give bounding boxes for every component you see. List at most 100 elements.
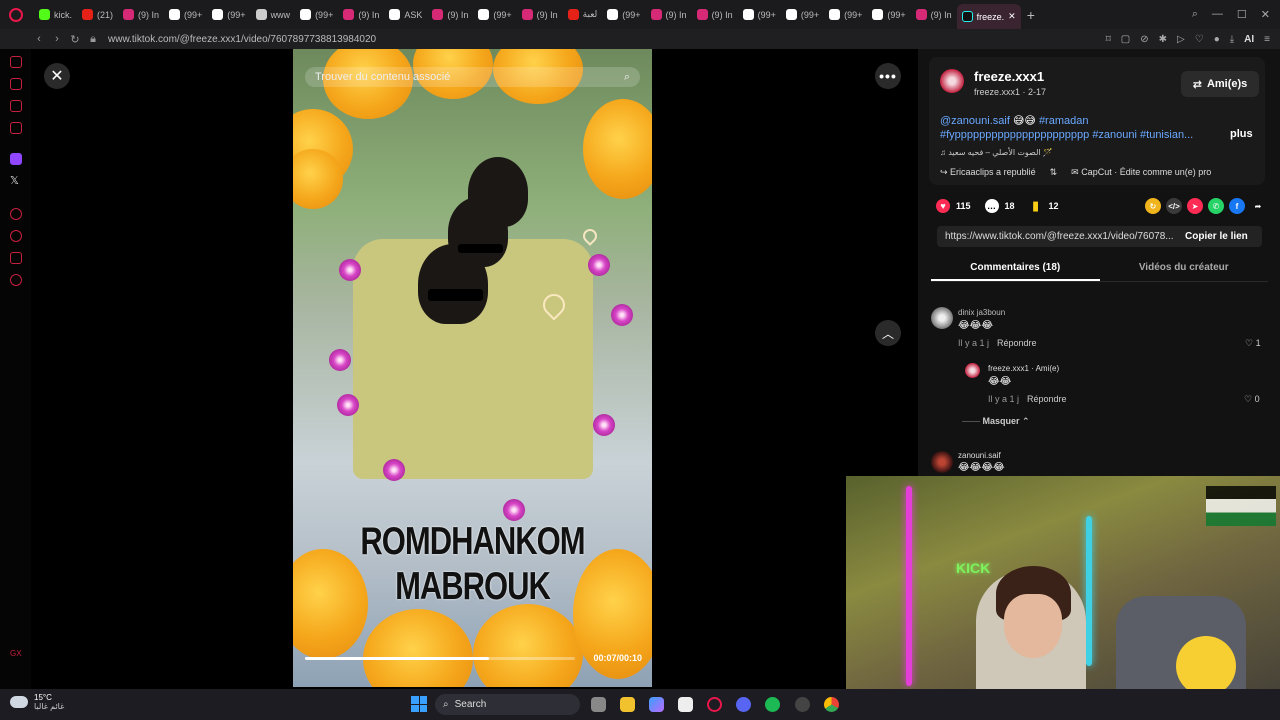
music-info[interactable]: ♫ الصوت الأصلي – فحيه سعيد 🪄 xyxy=(940,148,1053,157)
sidebar-player-icon[interactable] xyxy=(10,208,22,220)
browser-tab[interactable]: (9) In xyxy=(911,4,957,26)
browser-tab[interactable]: (9) In xyxy=(427,4,473,26)
author-name[interactable]: freeze.xxx1 xyxy=(974,69,1044,84)
send-icon[interactable]: ➤ xyxy=(1187,198,1203,214)
comment-reply-button[interactable]: Répondre xyxy=(1027,394,1067,404)
heart-icon[interactable]: ♡ xyxy=(1195,34,1204,45)
browser-tab[interactable]: لعبة xyxy=(563,4,603,26)
extensions-icon[interactable]: ✱ xyxy=(1159,34,1167,45)
browser-tab[interactable]: (21) xyxy=(77,4,118,26)
reload-button[interactable]: ↻ xyxy=(66,33,84,46)
maximize-button[interactable]: ☐ xyxy=(1237,8,1247,21)
tab-comments[interactable]: Commentaires (18) xyxy=(931,258,1100,281)
comment-author[interactable]: dinix ja3boun xyxy=(958,308,1005,317)
ai-button[interactable]: AI xyxy=(1244,34,1254,45)
chrome-icon[interactable] xyxy=(824,697,839,712)
play-icon[interactable]: ▷ xyxy=(1177,34,1185,45)
sidebar-mail-icon[interactable] xyxy=(10,122,22,134)
video-related-search[interactable]: Trouver du contenu associé ⌕ xyxy=(305,67,640,87)
forward-button[interactable]: › xyxy=(48,33,66,45)
capcut-link[interactable]: ✉ CapCut · Édite comme un(e) pro xyxy=(1071,167,1211,178)
comment-button[interactable]: … 18 xyxy=(984,199,1015,213)
windows-start-icon[interactable] xyxy=(411,696,427,712)
repost-icon[interactable]: ⇅ xyxy=(1050,167,1058,178)
back-button[interactable]: ‹ xyxy=(30,33,48,45)
browser-tab[interactable]: ASK xyxy=(384,4,427,26)
discord-icon[interactable] xyxy=(736,697,751,712)
weather-widget[interactable]: 15°C غائم غالبا xyxy=(10,693,64,711)
profile-icon[interactable]: ● xyxy=(1214,34,1220,45)
browser-tab[interactable]: (99+ xyxy=(867,4,910,26)
share-arrow-icon[interactable]: ➦ xyxy=(1250,198,1266,214)
copy-link-button[interactable]: Copier le lien xyxy=(1185,231,1248,242)
browser-tab[interactable]: (9) In xyxy=(338,4,384,26)
sidebar-chat-icon[interactable] xyxy=(10,100,22,112)
friends-button[interactable]: ⇄ Ami(e)s xyxy=(1181,71,1259,97)
bookmark-icon[interactable]: ⌑ xyxy=(1106,34,1111,45)
comment-author[interactable]: freeze.xxx1 · Ami(e) xyxy=(988,364,1059,373)
previous-video-button[interactable]: ︿ xyxy=(875,320,901,346)
sidebar-bag-icon[interactable] xyxy=(10,78,22,90)
browser-tab[interactable]: (9) In xyxy=(118,4,164,26)
download-icon[interactable]: ⤓ xyxy=(1230,34,1234,45)
desc-hashtags[interactable]: #fypppppppppppppppppppppp #zanouni #tuni… xyxy=(940,129,1193,141)
close-tab-icon[interactable]: ✕ xyxy=(1008,11,1016,22)
more-options-button[interactable]: ••• xyxy=(875,63,901,89)
settings-icon[interactable] xyxy=(795,697,810,712)
sidebar-history-icon[interactable] xyxy=(10,230,22,242)
browser-tab[interactable]: (9) In xyxy=(692,4,738,26)
browser-tab[interactable]: www xyxy=(251,4,296,26)
comment-avatar[interactable] xyxy=(931,307,953,329)
save-button[interactable]: ▮ 12 xyxy=(1029,198,1059,213)
sidebar-twitch-icon[interactable] xyxy=(10,153,22,165)
minimize-button[interactable]: — xyxy=(1212,8,1223,21)
opera-gx-icon[interactable] xyxy=(707,697,722,712)
close-player-button[interactable]: ✕ xyxy=(44,63,70,89)
browser-tab[interactable]: (99+ xyxy=(738,4,781,26)
sidebar-ai-icon[interactable] xyxy=(10,56,22,68)
like-button[interactable]: ♥ 115 xyxy=(936,199,971,213)
video-player[interactable]: Trouver du contenu associé ⌕ ROMDHANKOM … xyxy=(293,49,652,687)
close-window-button[interactable]: ✕ xyxy=(1261,8,1270,21)
tab-creator-videos[interactable]: Vidéos du créateur xyxy=(1100,258,1269,281)
post-link-field[interactable] xyxy=(945,231,1177,242)
opera-logo-icon[interactable] xyxy=(4,3,28,27)
description-more-link[interactable]: plus xyxy=(1230,128,1253,140)
browser-tab[interactable]: (99+ xyxy=(602,4,645,26)
facebook-icon[interactable]: f xyxy=(1229,198,1245,214)
comment-like-button[interactable]: ♡ 1 xyxy=(1245,338,1261,349)
comment-like-button[interactable]: ♡ 0 xyxy=(1244,394,1260,405)
search-tabs-icon[interactable]: ⌕ xyxy=(1192,8,1198,21)
browser-tab[interactable]: (99+ xyxy=(824,4,867,26)
desc-hashtag[interactable]: #ramadan xyxy=(1039,115,1089,127)
comment-reply-button[interactable]: Répondre xyxy=(997,338,1037,348)
comment-avatar[interactable] xyxy=(965,363,980,378)
menu-icon[interactable]: ≡ xyxy=(1264,34,1270,45)
sidebar-settings-icon[interactable] xyxy=(10,274,22,286)
sidebar-x-icon[interactable]: 𝕏 xyxy=(10,174,19,187)
author-avatar[interactable] xyxy=(940,69,964,93)
browser-tab[interactable]: (99+ xyxy=(164,4,207,26)
comment-author[interactable]: zanouni.saif xyxy=(958,451,1001,460)
store-icon[interactable] xyxy=(678,697,693,712)
tab-active[interactable]: freeze. ✕ xyxy=(956,4,1021,29)
spotify-icon[interactable] xyxy=(765,697,780,712)
browser-tab[interactable]: (9) In xyxy=(646,4,692,26)
hide-replies-button[interactable]: —— Masquer ⌃ xyxy=(962,416,1030,427)
browser-tab[interactable]: (99+ xyxy=(207,4,250,26)
repost-share-icon[interactable]: ↻ xyxy=(1145,198,1161,214)
comment-avatar[interactable] xyxy=(931,451,953,473)
browser-tab[interactable]: (9) In xyxy=(517,4,563,26)
browser-tab[interactable]: (99+ xyxy=(473,4,516,26)
task-view-icon[interactable] xyxy=(591,697,606,712)
video-progress-bar[interactable] xyxy=(305,657,575,660)
file-explorer-icon[interactable] xyxy=(620,697,635,712)
new-tab-button[interactable]: + xyxy=(1027,7,1035,23)
browser-tab[interactable]: (99+ xyxy=(781,4,824,26)
copilot-icon[interactable] xyxy=(649,697,664,712)
adblock-icon[interactable]: ⊘ xyxy=(1140,34,1148,45)
browser-tab[interactable]: (99+ xyxy=(295,4,338,26)
browser-tab[interactable]: kick. xyxy=(34,4,77,26)
taskbar-search[interactable]: ⌕ Search xyxy=(435,694,580,715)
sidebar-gx-icon[interactable]: GX xyxy=(10,649,22,658)
